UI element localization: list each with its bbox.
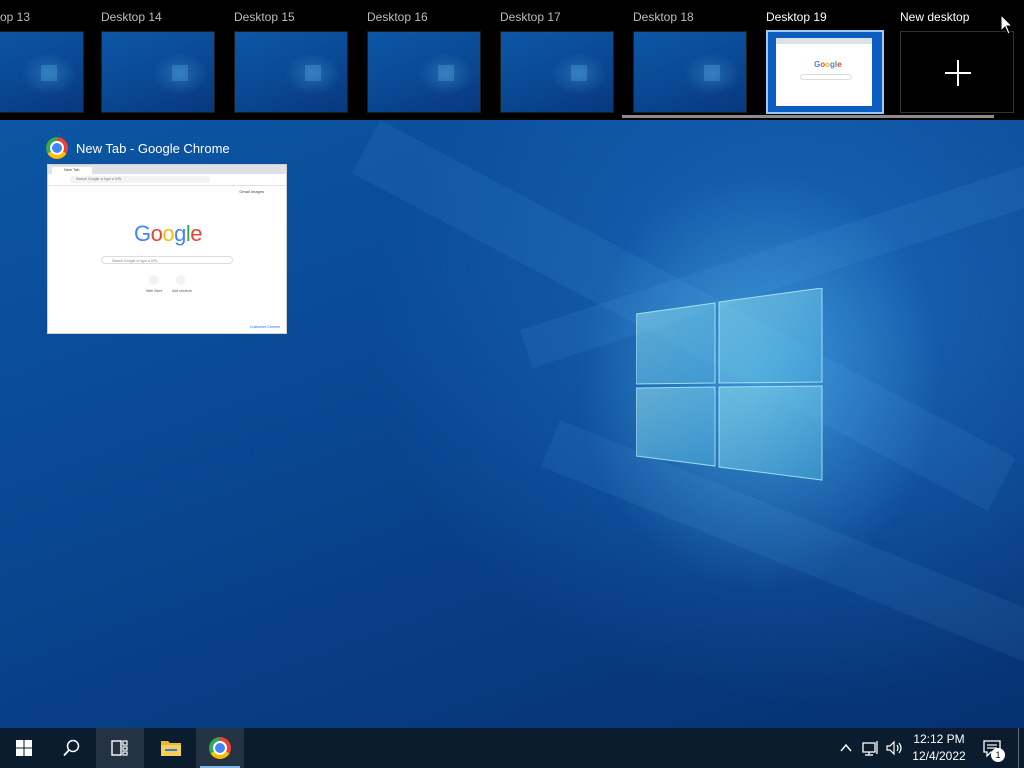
new-desktop-button[interactable]: New desktop — [900, 8, 1014, 116]
file-explorer-button[interactable] — [147, 728, 195, 768]
plus-icon — [945, 60, 971, 86]
desktop-preview[interactable] — [633, 31, 747, 113]
start-button[interactable] — [0, 728, 48, 768]
taskbar: 12:12 PM 12/4/2022 — [0, 728, 1024, 768]
task-view-icon — [111, 740, 128, 756]
desktop-label: Desktop 16 — [367, 10, 428, 24]
customize-link: Customize Chrome — [250, 325, 280, 329]
desktops-scrollbar[interactable] — [622, 115, 994, 118]
show-desktop-button[interactable] — [1018, 728, 1019, 768]
desktop-thumbnail-18[interactable]: Desktop 18 — [633, 8, 749, 116]
desktop-thumbnail-16[interactable]: Desktop 16 — [367, 8, 483, 116]
desktop-preview[interactable] — [101, 31, 215, 113]
window-title-row: New Tab - Google Chrome — [46, 135, 230, 161]
new-desktop-label: New desktop — [900, 10, 970, 24]
desktop-preview[interactable] — [234, 31, 348, 113]
desktop-preview[interactable] — [367, 31, 481, 113]
add-shortcut-icon — [176, 275, 186, 285]
window-card-chrome[interactable]: New Tab - Google Chrome New Tab Search G… — [46, 135, 288, 335]
desktop-preview-active[interactable]: Google — [766, 30, 884, 114]
desktop-thumbnail-19[interactable]: Desktop 19 Google — [766, 8, 884, 116]
google-logo: Google — [134, 221, 203, 246]
desktop-label: Desktop 18 — [633, 10, 694, 24]
windows-logo-wallpaper — [636, 288, 823, 481]
desktop-thumbnail-17[interactable]: Desktop 17 — [500, 8, 616, 116]
desktop-preview[interactable] — [0, 31, 84, 113]
chrome-taskbar-button[interactable] — [196, 728, 244, 768]
folder-icon — [161, 741, 181, 756]
network-icon[interactable] — [862, 740, 880, 756]
desktop-label: Desktop 17 — [500, 10, 561, 24]
chrome-icon — [46, 137, 68, 159]
desktop-label: Desktop 19 — [766, 10, 827, 24]
mouse-cursor-icon — [1000, 14, 1014, 35]
preview-search-box: Search Google or type a URL — [101, 256, 233, 264]
chevron-up-icon[interactable] — [840, 742, 852, 754]
volume-icon[interactable] — [886, 740, 904, 756]
desktop-label: Desktop 14 — [101, 10, 162, 24]
desktop-preview[interactable] — [500, 31, 614, 113]
shortcut-icon — [149, 275, 159, 285]
new-desktop-tile[interactable] — [900, 31, 1014, 113]
task-view-button[interactable] — [96, 728, 144, 768]
window-title: New Tab - Google Chrome — [76, 140, 230, 156]
shortcut-label: Add shortcut — [172, 289, 192, 293]
chrome-icon — [209, 737, 231, 759]
shortcut-label: Web Store — [146, 289, 163, 293]
clock-time[interactable]: 12:12 PM — [906, 732, 972, 746]
desktop-label: Desktop 15 — [234, 10, 295, 24]
preview-omnibox: Search Google or type a URL — [70, 176, 210, 183]
search-icon — [63, 739, 80, 757]
notification-count-badge: 1 — [991, 748, 1005, 762]
windows-icon — [16, 740, 32, 756]
preview-top-links: Gmail Images — [239, 189, 264, 194]
search-button[interactable] — [48, 728, 96, 768]
desktop-label: op 13 — [0, 10, 31, 24]
window-preview[interactable]: New Tab Search Google or type a URL Gmai… — [47, 164, 287, 334]
task-view-desktops-strip: op 13 Desktop 14 Desktop 15 Desktop 16 D… — [0, 0, 1024, 120]
clock-date[interactable]: 12/4/2022 — [906, 749, 972, 763]
mini-browser-preview: Google — [776, 38, 872, 106]
desktop-thumbnail-15[interactable]: Desktop 15 — [234, 8, 350, 116]
desktop-thumbnail-13[interactable]: op 13 — [0, 8, 84, 116]
desktop-thumbnail-14[interactable]: Desktop 14 — [101, 8, 217, 116]
preview-tab-title: New Tab — [64, 167, 80, 172]
